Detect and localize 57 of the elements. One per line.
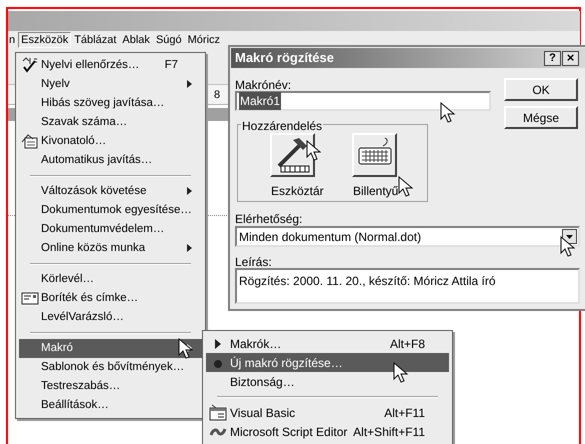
spellcheck-icon	[21, 57, 39, 74]
mouse-pointer-icon	[178, 338, 194, 360]
menu-item[interactable]: Dokumentumok egyesítése…	[19, 201, 202, 220]
menu-item[interactable]: Testreszabás…	[19, 377, 202, 396]
envelope-icon	[21, 290, 39, 307]
menu-item[interactable]: Visual Basic Alt+F11	[206, 403, 449, 422]
mouse-pointer-icon	[398, 176, 414, 198]
submenu-arrow-icon	[184, 243, 194, 253]
availability-label: Elérhetőség:	[235, 211, 302, 228]
name-field[interactable]: Makró1	[235, 91, 491, 111]
assign-button-label: Billentyű	[353, 183, 398, 200]
name-label: Makrónév:	[235, 77, 292, 94]
summary-icon	[21, 133, 39, 150]
menu-item[interactable]: Hibás szöveg javítása…	[19, 94, 202, 113]
menu-item[interactable]: Microsoft Script Editor Alt+Shift+F11	[206, 422, 449, 441]
assign-button[interactable]	[270, 133, 315, 177]
menu-item[interactable]: LevélVarázsló…	[19, 308, 202, 327]
menu-item[interactable]: Körlevél…	[19, 270, 202, 289]
menu-item[interactable]: Automatikus javítás…	[19, 151, 202, 170]
help-button[interactable]: ?	[544, 50, 561, 66]
ruler-number: 8	[214, 88, 220, 103]
editor-window-icon	[209, 404, 227, 421]
cancel-button[interactable]: Mégse	[504, 106, 578, 129]
menu-item[interactable]: Változások követése	[19, 182, 202, 201]
mouse-pointer-icon	[393, 362, 409, 384]
close-button[interactable]: ×	[562, 50, 579, 66]
mouse-pointer-icon	[560, 236, 576, 258]
menu-bar-item[interactable]: Eszközök	[18, 32, 72, 48]
menu-bar-item[interactable]: Móricz	[184, 32, 224, 48]
description-field[interactable]: Rögzítés: 2000. 11. 20., készítő: Móricz Attila író	[235, 268, 580, 304]
menu-item[interactable]: Kivonatoló…	[19, 132, 202, 151]
submenu-arrow-icon	[184, 186, 194, 196]
mouse-pointer-icon	[440, 102, 456, 124]
menu-item[interactable]: Sablonok és bővítmények…	[19, 358, 202, 377]
menu-bar-item[interactable]: Súgó	[152, 32, 185, 48]
menu-item[interactable]: Online közös munka	[19, 239, 202, 258]
menu-item[interactable]: Nyelvi ellenőrzés… F7	[19, 56, 202, 75]
menu-bar-item[interactable]: n	[6, 32, 18, 48]
assign-button-label: Eszköztár	[271, 183, 324, 200]
mouse-pointer-icon	[306, 140, 322, 162]
menu-item[interactable]: Új makró rögzítése…	[206, 353, 449, 372]
menu-item[interactable]: Makrók… Alt+F8	[206, 334, 449, 353]
menu-item[interactable]: Nyelv	[19, 75, 202, 94]
menu-item[interactable]: Dokumentumvédelem…	[19, 220, 202, 239]
submenu-arrow-icon	[184, 79, 194, 89]
availability-dropdown[interactable]: Minden dokumentum (Normal.dot)	[235, 226, 580, 247]
menu-item[interactable]: Boríték és címke…	[19, 289, 202, 308]
assign-button[interactable]	[352, 133, 397, 177]
menu-item[interactable]: Szavak száma…	[19, 113, 202, 132]
ok-button[interactable]: OK	[504, 78, 578, 101]
menu-bar-item[interactable]: Ablak	[119, 32, 153, 48]
description-label: Leírás:	[235, 254, 272, 271]
menu-item[interactable]: Biztonság…	[206, 372, 449, 391]
dialog-title: Makró rögzítése	[234, 49, 335, 68]
menu-item[interactable]: Makró	[19, 339, 202, 358]
menu-item[interactable]: Beállítások…	[19, 396, 202, 415]
menu-bar-item[interactable]: Táblázat	[71, 32, 120, 48]
